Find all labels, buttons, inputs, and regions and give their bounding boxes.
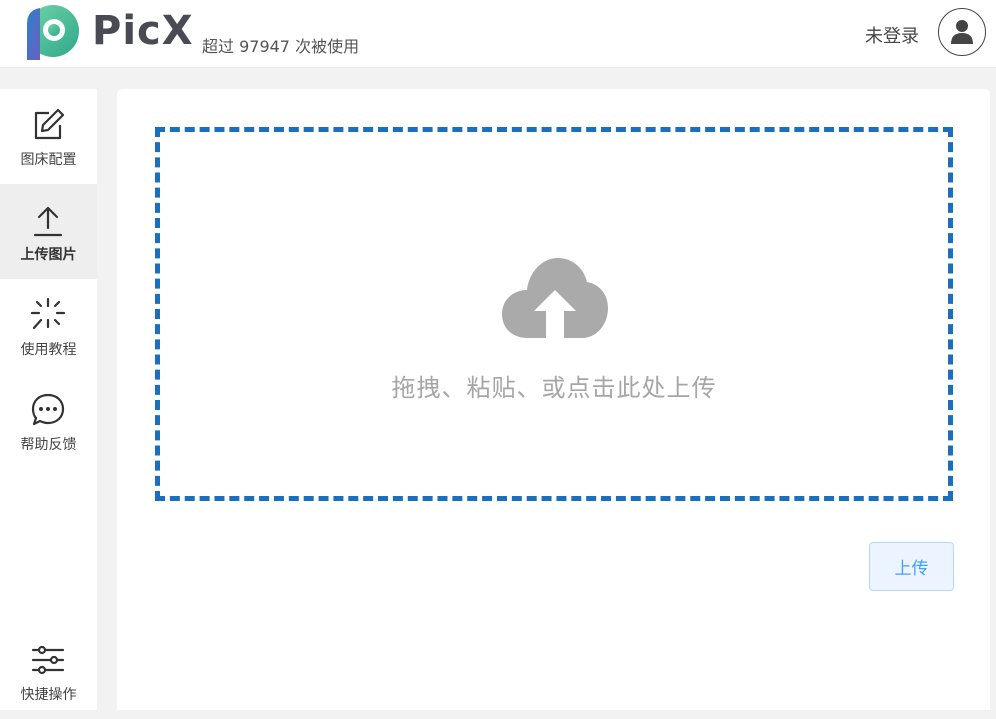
upload-panel: 拖拽、粘贴、或点击此处上传 上传 (117, 89, 990, 710)
upload-dropzone[interactable]: 拖拽、粘贴、或点击此处上传 (155, 127, 953, 501)
sidebar-item-tutorial[interactable]: 使用教程 (0, 279, 97, 374)
usage-count: 超过 97947 次被使用 (202, 37, 360, 56)
picx-logo[interactable] (20, 4, 80, 62)
chat-bubble-icon (31, 393, 65, 426)
upload-icon (33, 206, 63, 237)
sidebar-item-label: 快捷操作 (20, 687, 77, 703)
sidebar-item-upload[interactable]: 上传图片 (0, 184, 97, 279)
brand-name: PicX (92, 8, 194, 54)
user-avatar-button[interactable] (938, 8, 986, 56)
upload-button[interactable]: 上传 (869, 542, 954, 591)
dropzone-instruction: 拖拽、粘贴、或点击此处上传 (391, 374, 717, 402)
sparkle-icon (30, 297, 66, 330)
login-status[interactable]: 未登录 (865, 22, 919, 48)
sliders-icon (31, 645, 65, 675)
cloud-upload-icon (502, 258, 608, 338)
sidebar-item-label: 使用教程 (20, 342, 77, 358)
sidebar-item-label: 帮助反馈 (20, 437, 77, 453)
sidebar-item-label: 上传图片 (20, 247, 77, 263)
sidebar-item-config[interactable]: 图床配置 (0, 89, 97, 184)
sidebar-item-label: 图床配置 (20, 152, 77, 168)
sidebar-item-shortcuts[interactable]: 快捷操作 (0, 624, 97, 719)
sidebar-item-feedback[interactable]: 帮助反馈 (0, 374, 97, 469)
sidebar-nav: 图床配置 上传图片 使用教程 帮助反馈 快捷操作 (0, 89, 97, 710)
edit-icon (34, 108, 65, 140)
user-icon (951, 20, 973, 44)
app-header: PicX 超过 97947 次被使用 未登录 (0, 0, 996, 68)
